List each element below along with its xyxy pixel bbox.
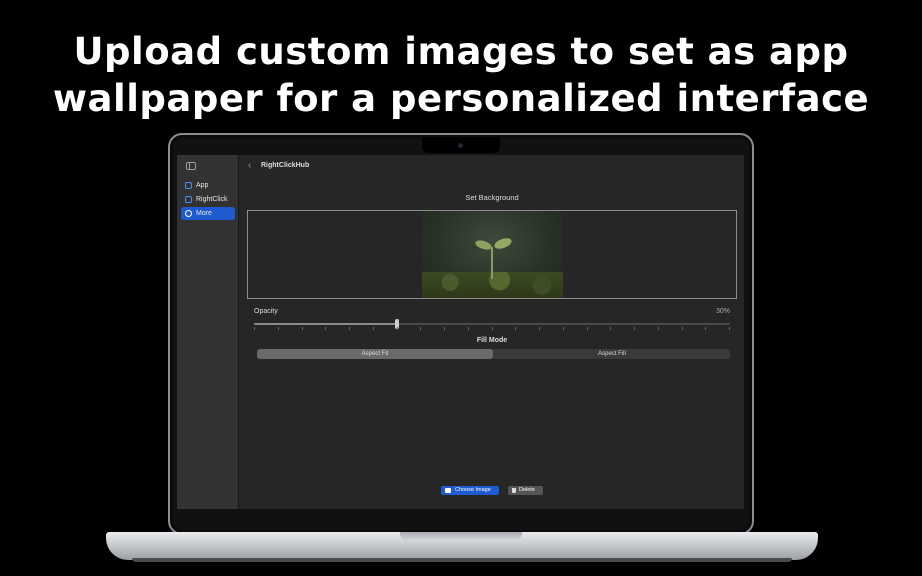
fill-mode-segmented-control: Aspect Fit Aspect Fill xyxy=(257,349,730,359)
choose-image-button[interactable]: Choose Image xyxy=(441,486,499,495)
opacity-slider-tick xyxy=(420,327,421,330)
nav-title: RightClickHub xyxy=(261,162,310,169)
headline-line-1: Upload custom images to set as app xyxy=(73,30,849,73)
opacity-slider-tick xyxy=(705,327,706,330)
delete-button[interactable]: Delete xyxy=(508,486,543,495)
opacity-slider-tick xyxy=(444,327,445,330)
opacity-slider[interactable] xyxy=(254,319,730,330)
laptop-opening-lip xyxy=(400,532,522,541)
promo-headline: Upload custom images to set as app wallp… xyxy=(0,28,922,122)
sidebar-toggle-icon[interactable] xyxy=(186,162,196,170)
section-title: Set Background xyxy=(465,193,519,202)
opacity-slider-tick xyxy=(539,327,540,330)
opacity-slider-tick xyxy=(563,327,564,330)
opacity-label: Opacity xyxy=(254,308,278,315)
camera-icon xyxy=(458,143,463,148)
opacity-slider-tick xyxy=(302,327,303,330)
more-icon xyxy=(185,210,192,217)
laptop-base-shadow xyxy=(132,558,792,562)
sidebar-item-label: RightClick xyxy=(196,196,228,203)
fill-mode-aspect-fill[interactable]: Aspect Fill xyxy=(494,349,730,359)
sidebar-item-rightclick[interactable]: RightClick xyxy=(181,193,235,206)
opacity-slider-tick xyxy=(278,327,279,330)
sidebar-item-label: More xyxy=(196,210,212,217)
sprout-leaf-right xyxy=(493,236,513,251)
opacity-slider-tick xyxy=(610,327,611,330)
opacity-slider-tick xyxy=(515,327,516,330)
headline-line-2: wallpaper for a personalized interface xyxy=(52,77,870,120)
opacity-slider-tick xyxy=(682,327,683,330)
sidebar-item-more[interactable]: More xyxy=(181,207,235,220)
document-icon xyxy=(185,196,192,203)
opacity-slider-tick xyxy=(397,327,398,330)
opacity-slider-tick xyxy=(349,327,350,330)
sidebar-item-app[interactable]: App xyxy=(181,179,235,192)
app-icon xyxy=(185,182,192,189)
fill-mode-title: Fill Mode xyxy=(476,337,508,344)
sidebar-item-label: App xyxy=(196,182,209,189)
opacity-slider-tick xyxy=(587,327,588,330)
background-drop-area[interactable] xyxy=(247,210,737,299)
opacity-slider-tick xyxy=(468,327,469,330)
sidebar: App RightClick More xyxy=(177,155,239,509)
sprout-stem xyxy=(491,247,493,279)
app-window: App RightClick More ‹ RightClickHub Set … xyxy=(177,155,744,509)
opacity-slider-tick xyxy=(492,327,493,330)
opacity-value: 30% xyxy=(715,308,730,315)
photo-icon xyxy=(445,488,451,493)
opacity-slider-tick xyxy=(325,327,326,330)
opacity-slider-tick xyxy=(658,327,659,330)
opacity-slider-tick xyxy=(373,327,374,330)
opacity-slider-tick xyxy=(254,327,255,330)
background-preview-image xyxy=(422,211,563,298)
opacity-slider-fill xyxy=(254,323,397,325)
delete-label: Delete xyxy=(519,487,535,493)
choose-image-label: Choose Image xyxy=(455,487,491,493)
trash-icon xyxy=(512,488,516,493)
main-content: ‹ RightClickHub Set Background Opacity 3… xyxy=(240,155,744,509)
fill-mode-aspect-fit[interactable]: Aspect Fit xyxy=(257,349,493,359)
chevron-left-icon[interactable]: ‹ xyxy=(248,160,251,171)
opacity-slider-tick xyxy=(729,327,730,330)
opacity-slider-tick xyxy=(634,327,635,330)
